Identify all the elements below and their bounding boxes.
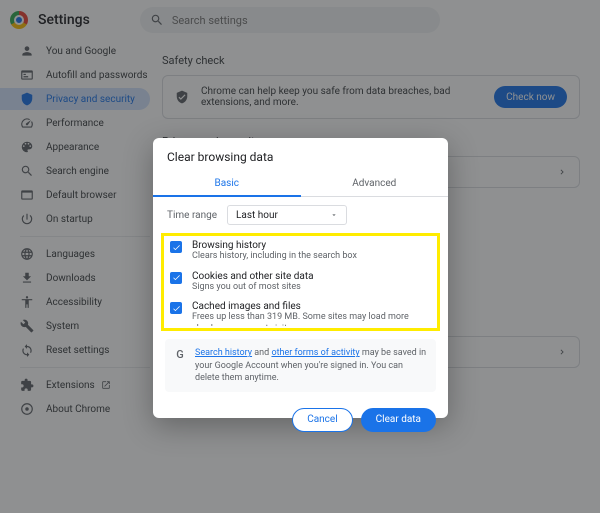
google-account-note: G Search history and other forms of acti… (165, 339, 436, 391)
link-search-history[interactable]: Search history (195, 348, 252, 358)
link-other-activity[interactable]: other forms of activity (271, 348, 359, 358)
checkbox-checked[interactable] (170, 241, 182, 253)
tab-basic[interactable]: Basic (153, 172, 301, 197)
google-logo-icon: G (173, 347, 187, 361)
option-sub: Clears history, including in the search … (192, 251, 357, 263)
note-text: Search history and other forms of activi… (195, 347, 428, 383)
highlight-box: Browsing history Clears history, includi… (161, 233, 440, 331)
clear-data-button[interactable]: Clear data (361, 408, 436, 432)
time-range-value: Last hour (236, 210, 278, 221)
option-browsing-history[interactable]: Browsing history Clears history, includi… (170, 240, 431, 263)
time-range-row: Time range Last hour (153, 197, 448, 233)
option-title: Browsing history (192, 240, 357, 251)
checkbox-checked[interactable] (170, 302, 182, 314)
option-cached[interactable]: Cached images and files Frees up less th… (170, 301, 431, 326)
option-title: Cookies and other site data (192, 271, 314, 282)
time-range-label: Time range (167, 210, 217, 221)
dialog-footer: Cancel Clear data (153, 400, 448, 444)
clear-browsing-data-dialog: Clear browsing data Basic Advanced Time … (153, 138, 448, 418)
dialog-tabs: Basic Advanced (153, 172, 448, 197)
dialog-title: Clear browsing data (153, 138, 448, 172)
option-sub: Frees up less than 319 MB. Some sites ma… (192, 312, 431, 326)
time-range-select[interactable]: Last hour (227, 205, 347, 225)
cancel-button[interactable]: Cancel (292, 408, 352, 432)
option-title: Cached images and files (192, 301, 431, 312)
option-sub: Signs you out of most sites (192, 282, 314, 294)
dropdown-icon (330, 211, 338, 219)
checkbox-checked[interactable] (170, 272, 182, 284)
tab-advanced[interactable]: Advanced (301, 172, 449, 196)
option-cookies[interactable]: Cookies and other site data Signs you ou… (170, 271, 431, 294)
